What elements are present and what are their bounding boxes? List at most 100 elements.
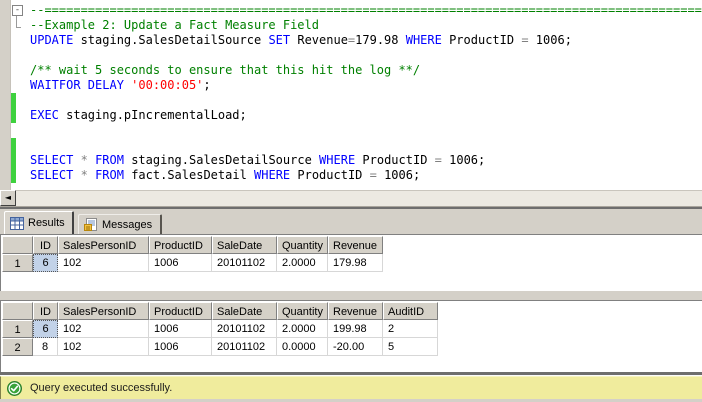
tab-messages[interactable]: Messages xyxy=(78,214,162,234)
code-line: SELECT * FROM staging.SalesDetailSource … xyxy=(30,153,702,168)
grid-cell[interactable]: 1006 xyxy=(149,254,212,272)
grid-cell[interactable]: 0.0000 xyxy=(277,338,328,356)
column-header[interactable]: ID xyxy=(33,302,58,320)
code-line: EXEC staging.pIncrementalLoad; xyxy=(30,108,702,123)
column-header[interactable]: ID xyxy=(33,236,58,254)
outline-guide-line xyxy=(16,16,17,27)
results-grid-1: IDSalesPersonIDProductIDSaleDateQuantity… xyxy=(2,236,383,272)
column-header[interactable]: Quantity xyxy=(277,302,328,320)
code-token-plain: 1006; xyxy=(529,33,572,47)
change-bar xyxy=(11,93,16,108)
code-token-keyword: EXEC xyxy=(30,108,59,122)
editor-hscrollbar[interactable]: ◄ xyxy=(0,190,702,206)
code-token-plain: ProductID xyxy=(290,168,369,182)
code-token-keyword: SELECT xyxy=(30,168,73,182)
column-header[interactable]: SalesPersonID xyxy=(58,302,149,320)
code-token-operator: * xyxy=(81,153,88,167)
grid-cell[interactable]: 102 xyxy=(58,338,149,356)
column-header[interactable]: Revenue xyxy=(328,302,383,320)
success-check-icon xyxy=(7,381,22,396)
grid-cell[interactable]: 102 xyxy=(58,320,149,338)
code-line: --======================================… xyxy=(30,3,702,18)
column-header[interactable]: AuditID xyxy=(383,302,438,320)
code-token-keyword: FROM xyxy=(95,153,124,167)
code-token-plain: 1006; xyxy=(377,168,420,182)
change-bar xyxy=(11,153,16,168)
table-row: 161021006201011022.0000199.982 xyxy=(2,320,438,338)
grid-cell[interactable]: 8 xyxy=(33,338,58,356)
code-token-plain xyxy=(73,168,80,182)
code-token-plain xyxy=(73,153,80,167)
messages-document-icon xyxy=(84,218,98,231)
results-tab-strip: Results Messages xyxy=(0,209,702,234)
code-token-plain xyxy=(88,168,95,182)
outline-collapse-toggle[interactable]: - xyxy=(12,5,23,16)
tab-messages-label: Messages xyxy=(102,219,152,231)
grid-cell[interactable]: 199.98 xyxy=(328,320,383,338)
code-token-plain: Revenue xyxy=(290,33,348,47)
grid-cell[interactable]: 1006 xyxy=(149,320,212,338)
grid-cell[interactable]: 5 xyxy=(383,338,438,356)
grid-cell[interactable]: 20101102 xyxy=(212,320,277,338)
grid-cell[interactable]: 179.98 xyxy=(328,254,383,272)
code-token-plain: fact.SalesDetail xyxy=(124,168,254,182)
sql-code[interactable]: --======================================… xyxy=(30,3,702,183)
row-header[interactable]: 2 xyxy=(2,338,33,356)
select-all-corner[interactable] xyxy=(2,236,33,254)
scroll-left-button[interactable]: ◄ xyxy=(0,190,16,206)
row-header[interactable]: 1 xyxy=(2,320,33,338)
code-token-keyword: WAITFOR DELAY xyxy=(30,78,124,92)
results-grid-panel-2: IDSalesPersonIDProductIDSaleDateQuantity… xyxy=(0,300,702,372)
left-arrow-icon: ◄ xyxy=(5,193,11,202)
code-token-comment: --Example 2: Update a Fact Measure Field xyxy=(30,18,319,32)
grid-cell[interactable]: -20.00 xyxy=(328,338,383,356)
code-token-keyword: WHERE xyxy=(406,33,442,47)
grid-cell[interactable]: 6 xyxy=(33,320,58,338)
code-token-operator: * xyxy=(81,168,88,182)
code-token-keyword: FROM xyxy=(95,168,124,182)
code-token-plain: staging.pIncrementalLoad; xyxy=(59,108,247,122)
code-token-operator: = xyxy=(370,168,377,182)
code-line xyxy=(30,138,702,153)
code-token-plain: staging.SalesDetailSource xyxy=(124,153,319,167)
code-token-plain xyxy=(88,153,95,167)
grid-cell[interactable]: 2.0000 xyxy=(277,254,328,272)
code-line xyxy=(30,48,702,63)
column-header[interactable]: SaleDate xyxy=(212,302,277,320)
column-header[interactable]: Revenue xyxy=(328,236,383,254)
grid-cell[interactable]: 102 xyxy=(58,254,149,272)
column-header[interactable]: ProductID xyxy=(149,302,212,320)
minus-icon: - xyxy=(15,5,20,15)
table-row: 281021006201011020.0000-20.005 xyxy=(2,338,438,356)
code-token-operator: = xyxy=(435,153,442,167)
scrollbar-track[interactable] xyxy=(16,190,702,207)
code-token-plain: 179.98 xyxy=(355,33,406,47)
grid-cell[interactable]: 20101102 xyxy=(212,254,277,272)
code-token-plain: ; xyxy=(203,78,210,92)
grid-cell[interactable]: 1006 xyxy=(149,338,212,356)
tab-results[interactable]: Results xyxy=(4,211,74,234)
results-grid-2: IDSalesPersonIDProductIDSaleDateQuantity… xyxy=(2,302,438,356)
code-token-comment: /** wait 5 seconds to ensure that this h… xyxy=(30,63,420,77)
column-header[interactable]: SalesPersonID xyxy=(58,236,149,254)
select-all-corner[interactable] xyxy=(2,302,33,320)
column-header[interactable]: Quantity xyxy=(277,236,328,254)
change-bar xyxy=(11,168,16,183)
row-header[interactable]: 1 xyxy=(2,254,33,272)
status-bar: Query executed successfully. xyxy=(0,376,702,399)
code-token-keyword: WHERE xyxy=(319,153,355,167)
grid-cell[interactable]: 2.0000 xyxy=(277,320,328,338)
editor-indicator-margin xyxy=(0,0,11,190)
tab-results-label: Results xyxy=(28,217,65,229)
column-header[interactable]: ProductID xyxy=(149,236,212,254)
grid-cell[interactable]: 20101102 xyxy=(212,338,277,356)
grid-cell[interactable]: 2 xyxy=(383,320,438,338)
code-token-comment: --======================================… xyxy=(30,3,702,17)
change-bar xyxy=(11,108,16,123)
code-token-operator: = xyxy=(521,33,528,47)
change-bar xyxy=(11,138,16,153)
outline-guide-tick xyxy=(16,27,21,28)
grid-cell[interactable]: 6 xyxy=(33,254,58,272)
sql-editor[interactable]: - --====================================… xyxy=(0,0,702,190)
column-header[interactable]: SaleDate xyxy=(212,236,277,254)
